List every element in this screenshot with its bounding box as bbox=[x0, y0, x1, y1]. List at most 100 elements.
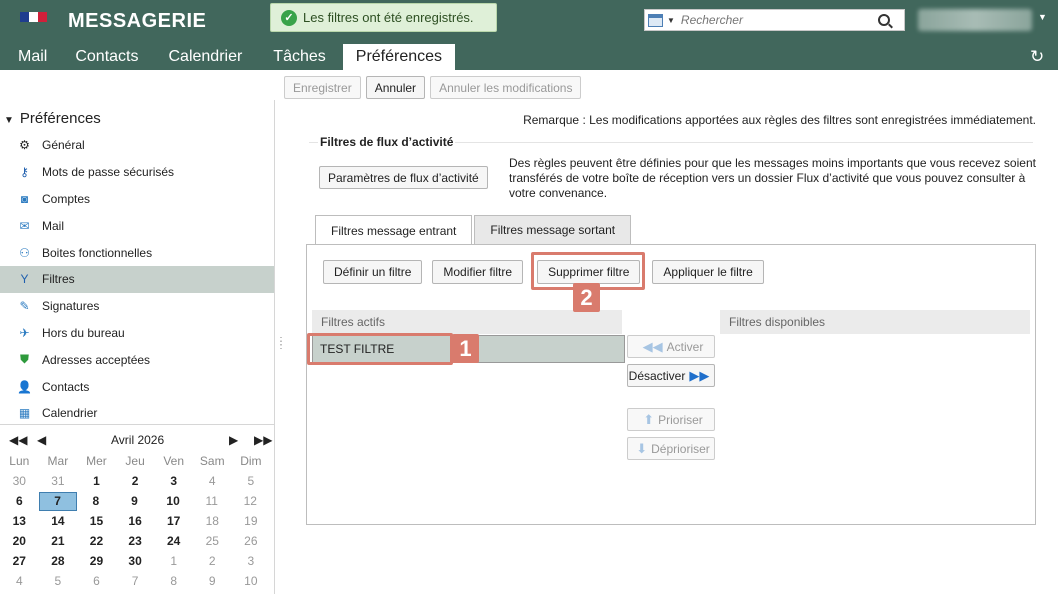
calendar-day[interactable]: 19 bbox=[232, 514, 271, 528]
calendar-day[interactable]: 9 bbox=[115, 494, 154, 508]
calendar-day[interactable]: 6 bbox=[0, 494, 39, 508]
calendar-day[interactable]: 27 bbox=[0, 554, 39, 568]
calendar-day[interactable]: 31 bbox=[39, 474, 78, 488]
calendar-day[interactable]: 18 bbox=[193, 514, 232, 528]
sidebar-item-label: Signatures bbox=[42, 299, 100, 314]
tab-mail[interactable]: Mail bbox=[18, 44, 47, 70]
calendar-day[interactable]: 15 bbox=[77, 514, 116, 528]
filter-icon: Y bbox=[20, 272, 29, 287]
calendar-day[interactable]: 23 bbox=[116, 534, 155, 548]
sidebar-item-general[interactable]: ⚙ Général bbox=[0, 132, 274, 159]
calendar-day[interactable]: 22 bbox=[77, 534, 116, 548]
calendar-icon: ▦ bbox=[18, 406, 31, 421]
calendar-day[interactable]: 5 bbox=[232, 474, 271, 488]
search-input[interactable] bbox=[680, 13, 876, 27]
sidebar-item-shared-mailboxes[interactable]: ⚇ Boites fonctionnelles bbox=[0, 239, 274, 266]
calendar-day[interactable]: 3 bbox=[154, 474, 193, 488]
calendar-day[interactable]: 17 bbox=[154, 514, 193, 528]
activity-settings-button[interactable]: Paramètres de flux d’activité bbox=[319, 166, 488, 189]
calendar-day[interactable]: 1 bbox=[77, 474, 116, 488]
calendar-day[interactable]: 24 bbox=[154, 534, 193, 548]
sidebar-item-accepted-addresses[interactable]: ⛊ Adresses acceptées bbox=[0, 346, 274, 373]
tab-calendar[interactable]: Calendrier bbox=[168, 44, 242, 70]
calendar-day[interactable]: 2 bbox=[116, 474, 155, 488]
calendar-day[interactable]: 12 bbox=[231, 494, 270, 508]
tab-incoming-filters[interactable]: Filtres message entrant bbox=[315, 215, 473, 245]
callout-badge-1: 1 bbox=[452, 334, 479, 363]
calendar-day[interactable]: 13 bbox=[0, 514, 39, 528]
save-button[interactable]: Enregistrer bbox=[284, 76, 361, 99]
toolbar: Enregistrer Annuler Annuler les modifica… bbox=[284, 76, 582, 99]
calendar-day[interactable]: 11 bbox=[192, 494, 231, 508]
calendar-day[interactable]: 16 bbox=[116, 514, 155, 528]
shield-icon: ⛊ bbox=[19, 352, 29, 367]
calendar-day[interactable]: 20 bbox=[0, 534, 39, 548]
chevron-down-icon[interactable]: ▼ bbox=[1038, 12, 1047, 22]
calendar-day[interactable]: 30 bbox=[0, 474, 39, 488]
calendar-day[interactable]: 29 bbox=[77, 554, 116, 568]
calendar-day[interactable]: 10 bbox=[232, 574, 271, 588]
calendar-day[interactable]: 26 bbox=[232, 534, 271, 548]
apply-filter-button[interactable]: Appliquer le filtre bbox=[652, 260, 764, 284]
sidebar-item-label: Mots de passe sécurisés bbox=[42, 165, 175, 180]
search-icon[interactable] bbox=[877, 14, 890, 26]
tab-outgoing-filters[interactable]: Filtres message sortant bbox=[474, 215, 632, 244]
weekday-header: Lun bbox=[9, 454, 30, 468]
deprioritize-button[interactable]: ⬇ Déprioriser bbox=[627, 437, 715, 460]
weekday-header: Mer bbox=[86, 454, 107, 468]
calendar-day[interactable]: 5 bbox=[39, 574, 78, 588]
collapse-icon[interactable]: ▼ bbox=[4, 115, 14, 126]
edit-filter-button[interactable]: Modifier filtre bbox=[432, 260, 524, 284]
tab-contacts[interactable]: Contacts bbox=[75, 44, 138, 70]
user-menu[interactable] bbox=[918, 9, 1032, 31]
next-month-icon[interactable]: ▶ bbox=[229, 433, 238, 447]
sidebar-item-label: Général bbox=[42, 138, 85, 153]
app-title: MESSAGERIE bbox=[68, 10, 207, 32]
search-box[interactable]: ▼ bbox=[644, 9, 905, 31]
calendar-day[interactable]: 6 bbox=[77, 574, 116, 588]
sidebar-item-calendar[interactable]: ▦ Calendrier bbox=[0, 400, 274, 427]
next-year-icon[interactable]: ▶▶ bbox=[254, 433, 272, 447]
sidebar-title[interactable]: ▼ Préférences bbox=[4, 110, 101, 127]
calendar-day[interactable]: 25 bbox=[193, 534, 232, 548]
calendar-day[interactable]: 7 bbox=[116, 574, 155, 588]
cancel-button[interactable]: Annuler bbox=[365, 76, 426, 99]
tab-preferences[interactable]: Préférences bbox=[342, 44, 456, 70]
sidebar-item-contacts[interactable]: 👤 Contacts bbox=[0, 373, 274, 400]
prev-year-icon[interactable]: ◀◀ bbox=[9, 433, 27, 447]
sidebar-item-out-of-office[interactable]: ✈ Hors du bureau bbox=[0, 320, 274, 347]
calendar-day[interactable]: 21 bbox=[39, 534, 78, 548]
calendar-day[interactable]: 3 bbox=[232, 554, 271, 568]
calendar-day[interactable]: 9 bbox=[193, 574, 232, 588]
activate-button[interactable]: ◀◀ Activer bbox=[627, 335, 715, 358]
calendar-day[interactable]: 8 bbox=[154, 574, 193, 588]
prev-month-icon[interactable]: ◀ bbox=[37, 433, 46, 447]
calendar-day[interactable]: 4 bbox=[0, 574, 39, 588]
calendar-day[interactable]: 28 bbox=[39, 554, 78, 568]
calendar-scope-icon[interactable] bbox=[648, 13, 663, 27]
cancel-changes-button[interactable]: Annuler les modifications bbox=[430, 76, 582, 99]
calendar-day[interactable]: 1 bbox=[154, 554, 193, 568]
flag-logo-icon bbox=[20, 12, 56, 28]
calendar-day[interactable]: 7 bbox=[38, 491, 77, 511]
calendar-day[interactable]: 2 bbox=[193, 554, 232, 568]
calendar-day[interactable]: 30 bbox=[116, 554, 155, 568]
callout-badge-2: 2 bbox=[573, 283, 600, 312]
refresh-icon[interactable]: ↻ bbox=[1030, 47, 1044, 67]
deactivate-button[interactable]: Désactiver ▶▶ bbox=[627, 364, 715, 387]
calendar-day[interactable]: 14 bbox=[39, 514, 78, 528]
calendar-day[interactable]: 10 bbox=[154, 494, 193, 508]
prioritize-button[interactable]: ⬆ Prioriser bbox=[627, 408, 715, 431]
sidebar-item-filters[interactable]: Y Filtres bbox=[0, 265, 274, 293]
sidebar-item-accounts[interactable]: ◙ Comptes bbox=[0, 186, 274, 213]
calendar-day[interactable]: 4 bbox=[193, 474, 232, 488]
define-filter-button[interactable]: Définir un filtre bbox=[323, 260, 423, 284]
sidebar-item-label: Contacts bbox=[42, 379, 90, 394]
calendar-day[interactable]: 8 bbox=[77, 494, 116, 508]
chevron-down-icon[interactable]: ▼ bbox=[667, 16, 675, 25]
sidebar-item-signatures[interactable]: ✎ Signatures bbox=[0, 293, 274, 320]
tab-tasks[interactable]: Tâches bbox=[273, 44, 325, 70]
filters-panel: Définir un filtre Modifier filtre Suppri… bbox=[306, 244, 1036, 525]
sidebar-item-passwords[interactable]: ⚷ Mots de passe sécurisés bbox=[0, 159, 274, 186]
sidebar-item-mail[interactable]: ✉ Mail bbox=[0, 212, 274, 239]
